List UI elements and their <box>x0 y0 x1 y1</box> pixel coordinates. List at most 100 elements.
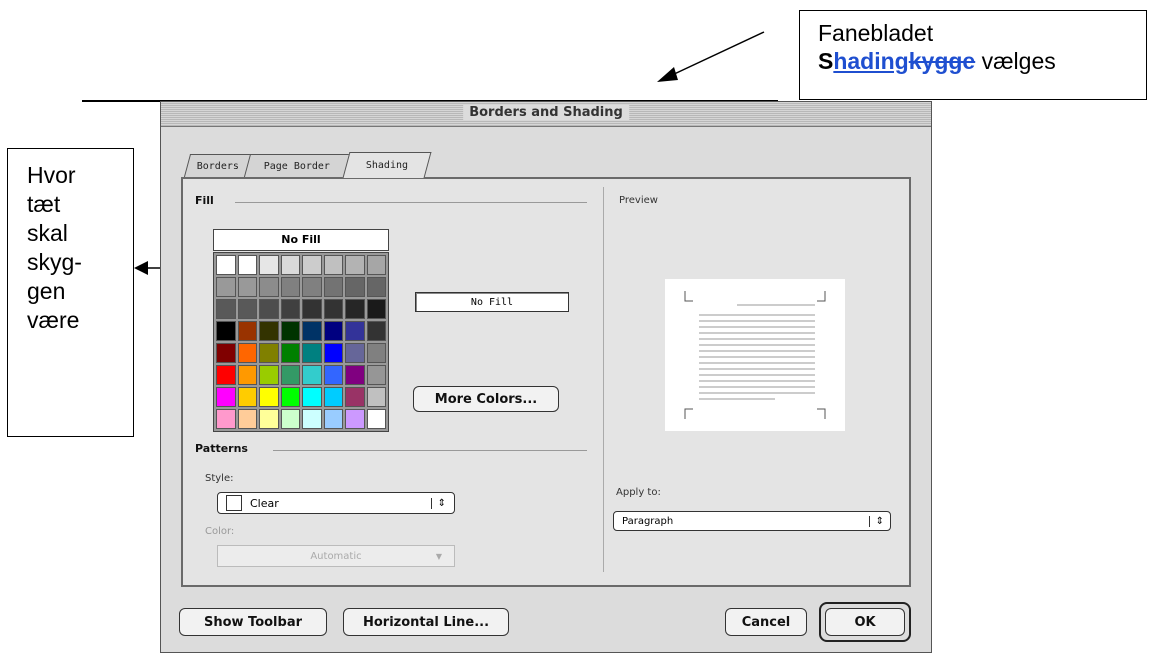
more-colors-button[interactable]: More Colors... <box>413 386 559 412</box>
color-swatch[interactable] <box>216 277 236 297</box>
color-swatch[interactable] <box>280 255 300 275</box>
color-swatch[interactable] <box>302 299 322 319</box>
color-swatch[interactable] <box>323 387 343 407</box>
color-swatch[interactable] <box>302 277 322 297</box>
color-select[interactable]: Automatic ▼ <box>217 545 455 567</box>
color-swatch[interactable] <box>345 299 365 319</box>
color-swatch[interactable] <box>237 365 257 385</box>
annotation-line2: Shadingkygge vælges <box>818 47 1146 75</box>
fill-name-display: No Fill <box>415 292 569 312</box>
style-value: Clear <box>250 496 279 510</box>
color-swatch[interactable] <box>237 277 257 297</box>
color-swatch[interactable] <box>259 409 279 429</box>
color-swatch[interactable] <box>345 343 365 363</box>
color-swatch[interactable] <box>302 321 322 341</box>
color-swatch[interactable] <box>259 277 279 297</box>
color-swatch[interactable] <box>366 321 386 341</box>
color-swatch[interactable] <box>302 343 322 363</box>
color-swatch[interactable] <box>323 343 343 363</box>
color-swatch[interactable] <box>237 299 257 319</box>
color-swatch[interactable] <box>280 277 300 297</box>
annotation-shading-tab: Fanebladet Shadingkygge vælges <box>799 10 1147 100</box>
preview-pane <box>665 279 845 431</box>
annotation-left-1: Hvor <box>27 162 76 188</box>
color-swatch[interactable] <box>237 255 257 275</box>
fill-color-palette[interactable] <box>213 252 389 432</box>
color-swatch[interactable] <box>216 255 236 275</box>
panel-divider <box>603 187 604 572</box>
color-swatch[interactable] <box>323 299 343 319</box>
color-swatch[interactable] <box>366 365 386 385</box>
color-swatch[interactable] <box>259 255 279 275</box>
color-swatch[interactable] <box>216 343 236 363</box>
apply-updown-icon: ⇕ <box>868 515 884 527</box>
fill-label: Fill <box>195 194 214 207</box>
color-swatch[interactable] <box>280 409 300 429</box>
color-swatch[interactable] <box>302 255 322 275</box>
color-swatch[interactable] <box>345 255 365 275</box>
color-swatch[interactable] <box>302 409 322 429</box>
annotation-left-6: være <box>27 307 80 333</box>
fill-rule <box>235 202 587 203</box>
color-swatch[interactable] <box>302 387 322 407</box>
color-swatch[interactable] <box>237 321 257 341</box>
ok-button[interactable]: OK <box>825 608 905 636</box>
style-select[interactable]: Clear ⇕ <box>217 492 455 514</box>
color-swatch[interactable] <box>366 409 386 429</box>
color-swatch[interactable] <box>366 255 386 275</box>
color-swatch[interactable] <box>345 409 365 429</box>
color-swatch[interactable] <box>345 321 365 341</box>
tab-borders-label: Borders <box>196 160 239 172</box>
annotation-left-5: gen <box>27 278 66 304</box>
dialog-titlebar[interactable]: Borders and Shading <box>161 102 931 127</box>
color-swatch[interactable] <box>366 299 386 319</box>
color-label: Color: <box>205 526 235 537</box>
color-swatch[interactable] <box>280 299 300 319</box>
tab-shading[interactable]: Shading <box>342 152 432 178</box>
style-label: Style: <box>205 473 234 484</box>
color-swatch[interactable] <box>259 343 279 363</box>
color-swatch[interactable] <box>237 409 257 429</box>
color-swatch[interactable] <box>302 365 322 385</box>
tab-page-border-label: Page Border <box>263 160 330 172</box>
color-swatch[interactable] <box>323 255 343 275</box>
color-swatch[interactable] <box>366 387 386 407</box>
color-swatch[interactable] <box>323 409 343 429</box>
patterns-label: Patterns <box>195 442 248 455</box>
color-swatch[interactable] <box>323 277 343 297</box>
cancel-button[interactable]: Cancel <box>725 608 807 636</box>
color-swatch[interactable] <box>259 365 279 385</box>
color-swatch[interactable] <box>216 387 236 407</box>
color-swatch[interactable] <box>345 277 365 297</box>
show-toolbar-button[interactable]: Show Toolbar <box>179 608 327 636</box>
annotation-struck: kygge <box>908 48 976 74</box>
color-swatch[interactable] <box>216 321 236 341</box>
color-swatch[interactable] <box>323 321 343 341</box>
color-swatch[interactable] <box>280 387 300 407</box>
color-swatch[interactable] <box>216 409 236 429</box>
apply-to-select[interactable]: Paragraph ⇕ <box>613 511 891 531</box>
color-swatch[interactable] <box>323 365 343 385</box>
color-swatch[interactable] <box>345 365 365 385</box>
annotation-shading: hading <box>833 48 909 74</box>
no-fill-option[interactable]: No Fill <box>213 229 389 251</box>
tab-page-border[interactable]: Page Border <box>243 154 351 177</box>
color-swatch[interactable] <box>237 343 257 363</box>
color-swatch[interactable] <box>259 387 279 407</box>
color-swatch[interactable] <box>366 343 386 363</box>
color-swatch[interactable] <box>280 365 300 385</box>
color-dropdown-icon: ▼ <box>435 551 442 561</box>
color-swatch[interactable] <box>280 321 300 341</box>
color-swatch[interactable] <box>237 387 257 407</box>
annotation-shade-density: Hvor tæt skal skyg- gen være <box>7 148 134 437</box>
color-swatch[interactable] <box>366 277 386 297</box>
color-swatch[interactable] <box>216 299 236 319</box>
color-swatch[interactable] <box>280 343 300 363</box>
preview-label: Preview <box>619 195 658 206</box>
color-swatch[interactable] <box>216 365 236 385</box>
color-swatch[interactable] <box>259 299 279 319</box>
color-swatch[interactable] <box>259 321 279 341</box>
horizontal-line-button[interactable]: Horizontal Line... <box>343 608 509 636</box>
tab-borders[interactable]: Borders <box>183 154 253 177</box>
color-swatch[interactable] <box>345 387 365 407</box>
